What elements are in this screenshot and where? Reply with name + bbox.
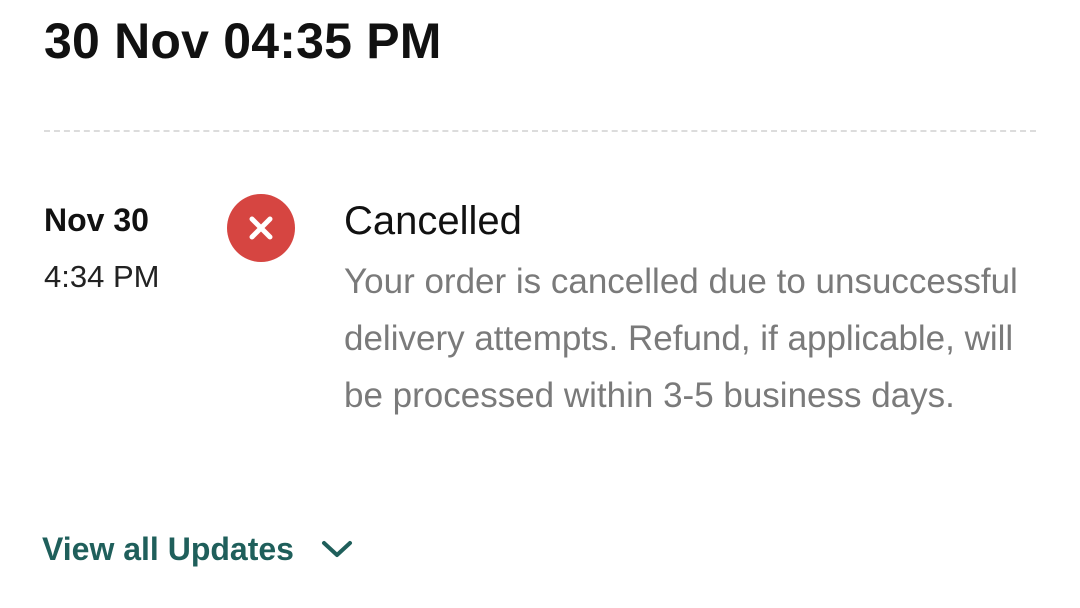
chevron-down-icon <box>320 538 354 560</box>
dashed-divider <box>44 130 1036 132</box>
timeline-entry-time: 4:34 PM <box>44 259 160 294</box>
timeline-entry-date: Nov 30 <box>44 202 149 238</box>
view-all-updates-label: View all Updates <box>42 531 294 567</box>
close-x-icon <box>249 216 273 240</box>
cancelled-status-icon <box>227 194 295 262</box>
status-title: Cancelled <box>344 199 522 243</box>
view-all-updates-button[interactable]: View all Updates <box>42 527 354 571</box>
header-datetime: 30 Nov 04:35 PM <box>44 13 442 69</box>
status-description: Your order is cancelled due to unsuccess… <box>344 262 1018 415</box>
